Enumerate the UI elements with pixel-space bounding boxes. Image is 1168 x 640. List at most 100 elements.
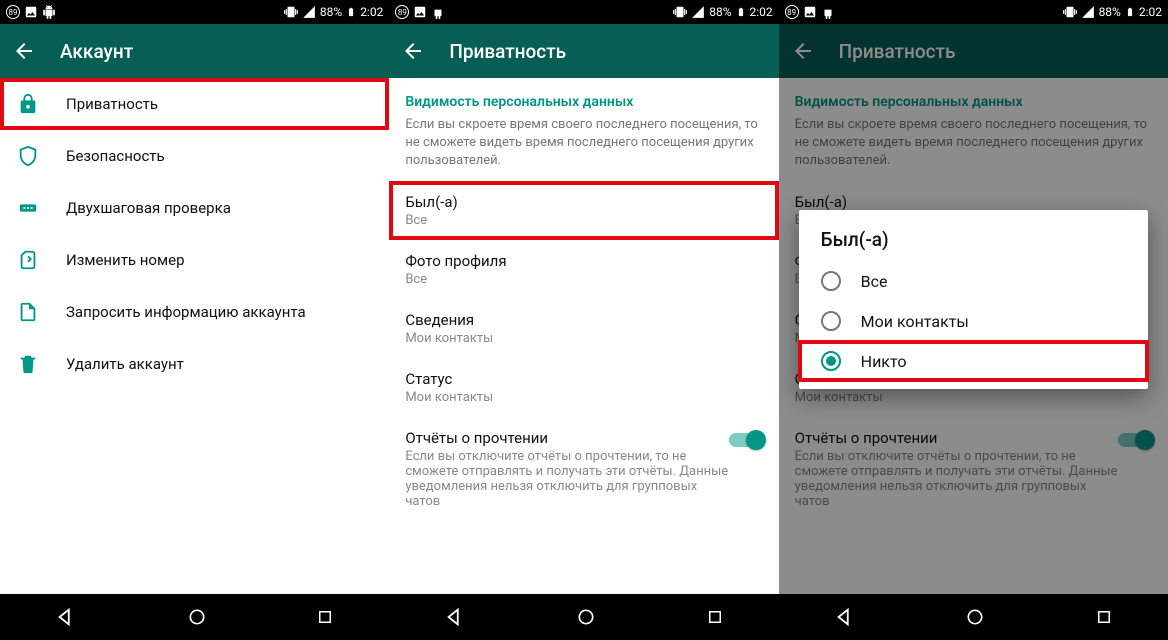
dialog-title: Был(-а) [799, 228, 1148, 261]
nav-recent-button[interactable] [1095, 608, 1113, 626]
item-security[interactable]: Безопасность [0, 130, 389, 182]
notif-badge-icon: 89 [6, 5, 20, 19]
image-icon [413, 5, 427, 19]
status-bar: 89 88% 2:02 [779, 0, 1168, 24]
android-icon [821, 5, 835, 19]
document-icon [16, 300, 40, 324]
section-header: Видимость персональных данных [779, 78, 1168, 116]
pref-sub: Если вы отключите отчёты о прочтении, то… [795, 449, 1118, 509]
pref-title: Был(-а) [405, 193, 762, 211]
clock-text: 2:02 [750, 5, 773, 19]
item-change-number[interactable]: Изменить номер [0, 234, 389, 286]
battery-percent: 88% [320, 5, 342, 19]
item-label: Запросить информацию аккаунта [66, 303, 306, 321]
pref-sub: Все [405, 213, 762, 228]
pref-sub: Если вы отключите отчёты о прочтении, то… [405, 449, 728, 509]
pref-title: Сведения [405, 311, 762, 329]
battery-icon [346, 5, 356, 19]
option-nobody[interactable]: Никто [799, 341, 1148, 381]
sim-icon [16, 248, 40, 272]
item-delete-account[interactable]: Удалить аккаунт [0, 338, 389, 390]
signal-icon [691, 5, 705, 19]
battery-icon [736, 5, 746, 19]
option-everyone[interactable]: Все [799, 261, 1148, 301]
page-title: Приватность [839, 40, 956, 63]
nav-bar [389, 594, 778, 640]
pref-read-receipts[interactable]: Отчёты о прочтении Если вы отключите отч… [389, 417, 778, 521]
section-helper: Если вы скроете время своего последнего … [779, 116, 1168, 181]
notif-badge-icon: 89 [395, 5, 409, 19]
nav-recent-button[interactable] [316, 608, 334, 626]
vibrate-icon [284, 5, 298, 19]
screen-account: 89 88% 2:02 Аккаунт Приватность Безопасн… [0, 0, 389, 640]
app-bar: Приватность [389, 24, 778, 78]
nav-bar [779, 594, 1168, 640]
pref-about[interactable]: Сведения Мои контакты [389, 299, 778, 358]
last-seen-dialog: Был(-а) Все Мои контакты Никто [799, 210, 1148, 389]
vibrate-icon [673, 5, 687, 19]
trash-icon [16, 352, 40, 376]
clock-text: 2:02 [1139, 5, 1162, 19]
section-header: Видимость персональных данных [389, 78, 778, 116]
signal-icon [1081, 5, 1095, 19]
item-two-step[interactable]: Двухшаговая проверка [0, 182, 389, 234]
back-button[interactable] [12, 39, 36, 63]
pref-sub: Мои контакты [405, 390, 762, 405]
nav-bar [0, 594, 389, 640]
battery-percent: 88% [709, 5, 731, 19]
back-button[interactable] [791, 39, 815, 63]
android-icon [42, 5, 56, 19]
pref-title: Отчёты о прочтении [795, 429, 1118, 447]
signal-icon [302, 5, 316, 19]
page-title: Аккаунт [60, 40, 133, 63]
page-title: Приватность [449, 40, 566, 63]
item-label: Изменить номер [66, 251, 185, 269]
status-bar: 89 88% 2:02 [0, 0, 389, 24]
pref-sub: Мои контакты [795, 390, 1152, 405]
pref-profile-photo[interactable]: Фото профиля Все [389, 240, 778, 299]
option-label: Все [861, 272, 888, 291]
pref-title: Статус [405, 370, 762, 388]
item-privacy[interactable]: Приватность [0, 78, 389, 130]
image-icon [24, 5, 38, 19]
option-label: Никто [861, 352, 907, 371]
nav-back-button[interactable] [834, 606, 856, 628]
read-receipts-toggle[interactable] [729, 433, 763, 447]
pref-sub: Мои контакты [405, 331, 762, 346]
radio-icon [821, 271, 841, 291]
lock-icon [16, 92, 40, 116]
nav-home-button[interactable] [187, 607, 207, 627]
section-helper: Если вы скроете время своего последнего … [389, 116, 778, 181]
item-request-info[interactable]: Запросить информацию аккаунта [0, 286, 389, 338]
privacy-content: Видимость персональных данных Если вы ск… [389, 78, 778, 594]
shield-icon [16, 144, 40, 168]
back-button[interactable] [401, 39, 425, 63]
nav-home-button[interactable] [576, 607, 596, 627]
read-receipts-toggle[interactable] [1118, 433, 1152, 447]
item-label: Удалить аккаунт [66, 355, 184, 373]
pref-title: Отчёты о прочтении [405, 429, 728, 447]
nav-back-button[interactable] [444, 606, 466, 628]
notif-badge-icon: 89 [785, 5, 799, 19]
nav-back-button[interactable] [55, 606, 77, 628]
nav-home-button[interactable] [965, 607, 985, 627]
pref-title: Был(-а) [795, 193, 1152, 211]
account-list: Приватность Безопасность Двухшаговая про… [0, 78, 389, 594]
battery-icon [1125, 5, 1135, 19]
pref-status[interactable]: Статус Мои контакты [389, 358, 778, 417]
screen-privacy-dialog: 89 88% 2:02 Приватность Видимость персон… [779, 0, 1168, 640]
pref-sub: Все [405, 272, 762, 287]
status-bar: 89 88% 2:02 [389, 0, 778, 24]
app-bar: Аккаунт [0, 24, 389, 78]
app-bar: Приватность [779, 24, 1168, 78]
nav-recent-button[interactable] [706, 608, 724, 626]
clock-text: 2:02 [360, 5, 383, 19]
item-label: Приватность [66, 95, 158, 113]
dots-icon [16, 196, 40, 220]
android-icon [431, 5, 445, 19]
pref-read-receipts[interactable]: Отчёты о прочтении Если вы отключите отч… [779, 417, 1168, 521]
pref-title: Фото профиля [405, 252, 762, 270]
pref-last-seen[interactable]: Был(-а) Все [389, 181, 778, 240]
option-my-contacts[interactable]: Мои контакты [799, 301, 1148, 341]
item-label: Двухшаговая проверка [66, 199, 231, 217]
